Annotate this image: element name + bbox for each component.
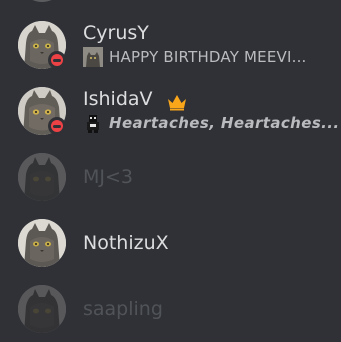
avatar-wrap bbox=[18, 285, 66, 333]
member-name: IshidaV bbox=[83, 88, 153, 110]
avatar bbox=[18, 285, 66, 333]
dnd-status-icon bbox=[48, 117, 66, 135]
avatar bbox=[18, 219, 66, 267]
cat-photo-emoji-icon bbox=[83, 47, 103, 67]
member-name: CyrusY bbox=[83, 22, 149, 44]
dnd-status-icon bbox=[48, 51, 66, 69]
avatar-wrap bbox=[18, 87, 66, 135]
activity-text: Heartaches, Heartaches... bbox=[109, 114, 340, 132]
member-list: CyrusY HAPPY BIRTHDAY MEEVI... IshidaV H… bbox=[0, 0, 341, 342]
member-item-ishidav[interactable]: IshidaV Heartaches, Heartaches... bbox=[0, 78, 341, 144]
pixel-character-emoji-icon bbox=[83, 113, 103, 133]
member-avatar-partial[interactable] bbox=[18, 0, 66, 2]
activity-text: HAPPY BIRTHDAY MEEVI... bbox=[109, 48, 307, 66]
avatar-wrap bbox=[18, 21, 66, 69]
member-item-mj3[interactable]: MJ<3 bbox=[0, 144, 341, 210]
crown-icon bbox=[166, 93, 188, 111]
member-item-saapling[interactable]: saapling bbox=[0, 276, 341, 342]
member-name: MJ<3 bbox=[83, 166, 134, 188]
member-item-cyrusy[interactable]: CyrusY HAPPY BIRTHDAY MEEVI... bbox=[0, 12, 341, 78]
member-name: saapling bbox=[83, 298, 163, 320]
avatar-wrap bbox=[18, 153, 66, 201]
avatar-wrap bbox=[18, 219, 66, 267]
member-activity: HAPPY BIRTHDAY MEEVI... bbox=[83, 47, 307, 67]
member-activity: Heartaches, Heartaches... bbox=[83, 113, 339, 133]
member-name: NothizuX bbox=[83, 232, 169, 254]
member-item-nothizux[interactable]: NothizuX bbox=[0, 210, 341, 276]
avatar bbox=[18, 153, 66, 201]
